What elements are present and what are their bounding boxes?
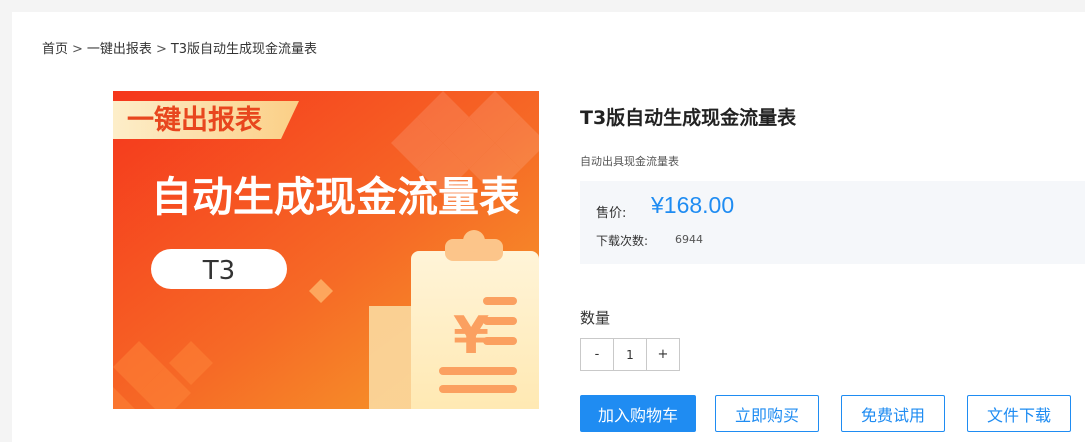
breadcrumb-current: T3版自动生成现金流量表	[170, 42, 318, 57]
quantity-plus-button[interactable]: +	[647, 339, 679, 370]
product-title: T3版自动生成现金流量表	[580, 107, 797, 129]
breadcrumb-home[interactable]: 首页	[42, 42, 68, 57]
download-button[interactable]: 文件下载	[967, 395, 1071, 432]
product-image: 一键出报表 自动生成现金流量表 T3 ¥	[113, 91, 539, 409]
price-label: 售价:	[596, 206, 627, 221]
yen-icon: ¥	[453, 306, 489, 366]
downloads-count: 6944	[675, 233, 703, 246]
banner-tag: 一键出报表	[127, 104, 262, 136]
free-trial-button[interactable]: 免费试用	[841, 395, 945, 432]
breadcrumb-category[interactable]: 一键出报表	[87, 42, 152, 57]
breadcrumb: 首页 > 一键出报表 > T3版自动生成现金流量表	[42, 42, 317, 58]
quantity-minus-button[interactable]: -	[581, 339, 613, 370]
breadcrumb-separator: >	[72, 42, 83, 57]
quantity-input[interactable]: 1	[613, 339, 647, 370]
banner-headline: 自动生成现金流量表	[151, 173, 520, 221]
downloads-label: 下载次数:	[596, 234, 649, 248]
quantity-label: 数量	[580, 309, 611, 327]
buy-now-button[interactable]: 立即购买	[715, 395, 819, 432]
banner-version: T3	[202, 256, 235, 286]
add-to-cart-button[interactable]: 加入购物车	[580, 395, 696, 432]
product-subtitle: 自动出具现金流量表	[580, 155, 679, 168]
price-panel: 售价: ¥168.00 下载次数: 6944	[580, 181, 1085, 264]
breadcrumb-separator: >	[155, 42, 167, 57]
price-value: ¥168.00	[651, 192, 735, 218]
quantity-stepper: - 1 +	[580, 338, 680, 371]
